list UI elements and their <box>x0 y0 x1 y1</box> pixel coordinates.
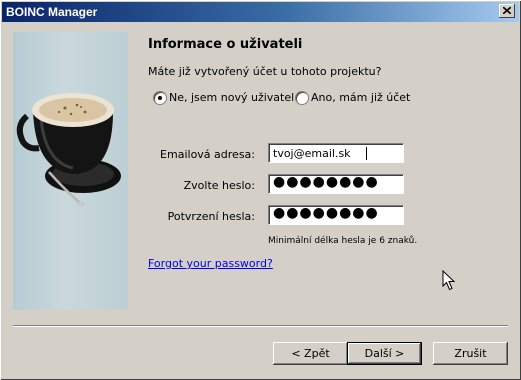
account-question: Máte již vytvořený účet u tohoto projekt… <box>148 65 382 78</box>
password-field[interactable]: ●●●●●●●● <box>268 174 404 194</box>
page-title: Informace o uživateli <box>148 37 303 52</box>
close-icon <box>503 7 511 14</box>
password-hint: Minimální délka hesla je 6 znaků. <box>268 236 418 246</box>
confirm-password-label: Potvrzení hesla: <box>167 210 255 223</box>
cancel-button[interactable]: Zrušit <box>433 342 508 365</box>
confirm-password-field[interactable]: ●●●●●●●● <box>268 205 404 225</box>
password-label: Zvolte heslo: <box>183 179 255 192</box>
radio-button-checked[interactable] <box>153 91 167 105</box>
title-bar[interactable]: BOINC Manager <box>2 2 519 22</box>
text-caret <box>366 147 367 160</box>
email-value: tvoj@email.sk <box>273 147 351 160</box>
radio-existing-user-label: Ano, mám již účet <box>311 91 411 104</box>
divider <box>13 325 508 327</box>
wizard-window: BOINC Manager Informace o uživateli Máte… <box>0 0 521 380</box>
password-value: ●●●●●●●● <box>273 174 379 190</box>
next-button[interactable]: Další > <box>347 342 422 365</box>
back-button[interactable]: < Zpět <box>273 342 348 365</box>
close-button[interactable] <box>499 4 515 18</box>
window-title: BOINC Manager <box>6 5 98 19</box>
confirm-password-value: ●●●●●●●● <box>273 205 379 221</box>
forgot-password-link[interactable]: Forgot your password? <box>148 257 273 270</box>
mouse-pointer-icon <box>442 270 456 291</box>
radio-new-user-label: Ne, jsem nový uživatel <box>169 91 295 104</box>
email-label: Emailová adresa: <box>160 148 255 161</box>
email-field[interactable]: tvoj@email.sk <box>268 143 404 163</box>
side-image-panel <box>13 32 128 310</box>
radio-button[interactable] <box>295 91 309 105</box>
coffee-cup-illustration <box>16 93 121 207</box>
